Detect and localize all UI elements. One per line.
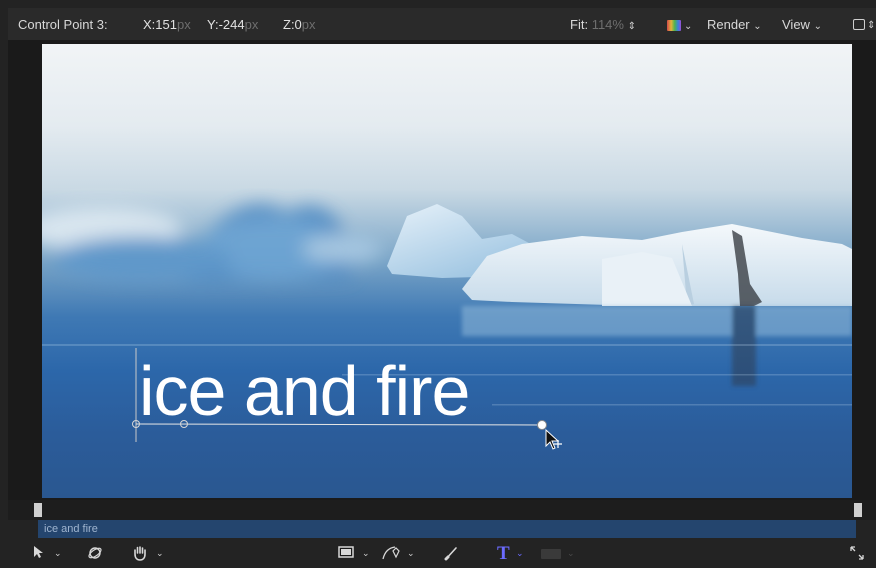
view-label: View (782, 17, 810, 32)
canvas-viewer[interactable]: ice and fire (42, 44, 852, 498)
z-coordinate: Z:0px (283, 17, 316, 32)
out-point-marker[interactable] (854, 503, 862, 517)
layout-box-icon[interactable] (853, 19, 865, 30)
render-label: Render (707, 17, 750, 32)
control-point-label: Control Point 3: (18, 17, 108, 32)
z-unit: px (301, 17, 316, 32)
fit-value: 114% (591, 17, 624, 32)
chevron-down-icon: ⌄ (684, 21, 693, 32)
layout-updown[interactable]: ⇕ (867, 16, 875, 31)
bezier-pen-icon[interactable] (381, 545, 403, 564)
x-unit: px (176, 17, 191, 32)
view-menu[interactable]: View ⌄ (782, 17, 822, 32)
fit-label: Fit: (570, 17, 589, 32)
x-coordinate: X:151px (143, 17, 191, 32)
select-arrow-icon[interactable] (33, 545, 45, 562)
updown-chevron-icon: ⇕ (627, 21, 636, 32)
mask-icon (541, 549, 561, 559)
fit-zoom-popup[interactable]: Fit: 114% ⇕ (570, 17, 636, 32)
y-coordinate: Y:-244px (207, 17, 258, 32)
pen-tool-dropdown[interactable]: ⌄ (407, 548, 415, 559)
tools-bar: ⌄ ⌄ ⌄ ⌄ T ⌄ ⌄ (8, 538, 876, 568)
select-tool-dropdown[interactable]: ⌄ (54, 548, 62, 559)
updown-chevron-icon: ⇕ (867, 20, 876, 31)
3d-orbit-icon[interactable] (87, 545, 103, 564)
text-tool-icon[interactable]: T (497, 543, 510, 565)
z-value: Z:0 (283, 17, 302, 32)
timeline-clip[interactable]: ice and fire (38, 520, 856, 538)
hand-icon[interactable] (132, 545, 148, 564)
shape-tool-dropdown[interactable]: ⌄ (362, 548, 370, 559)
render-menu[interactable]: Render ⌄ (707, 17, 762, 32)
clip-label: ice and fire (44, 523, 98, 535)
hud-bar: Control Point 3: X:151px Y:-244px Z:0px … (8, 8, 876, 40)
expand-icon[interactable] (849, 545, 865, 564)
pan-tool-dropdown[interactable]: ⌄ (156, 548, 164, 559)
chevron-down-icon: ⌄ (813, 21, 822, 32)
in-point-marker[interactable] (34, 503, 42, 517)
x-value: X:151 (143, 17, 177, 32)
text-tool-dropdown[interactable]: ⌄ (516, 548, 524, 559)
canvas-title-text[interactable]: ice and fire (139, 356, 470, 426)
channels-dropdown[interactable]: ⌄ (684, 17, 692, 32)
y-unit: px (244, 17, 259, 32)
paint-stroke-icon[interactable] (444, 545, 460, 564)
rectangle-icon[interactable] (338, 545, 354, 561)
mini-timeline[interactable] (8, 500, 876, 520)
y-value: Y:-244 (207, 17, 245, 32)
chevron-down-icon: ⌄ (753, 21, 762, 32)
mask-tool-dropdown: ⌄ (567, 548, 575, 558)
channels-color-icon[interactable] (667, 20, 681, 31)
